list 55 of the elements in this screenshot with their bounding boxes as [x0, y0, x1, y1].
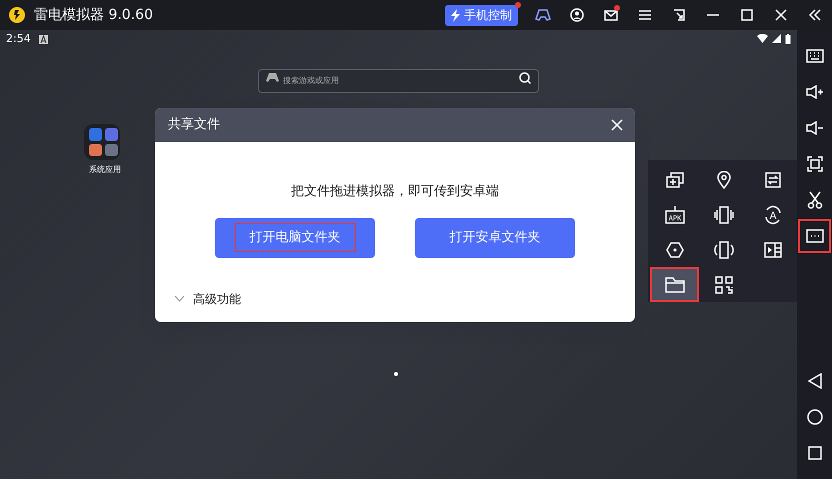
window-icon [673, 9, 685, 21]
add-window-icon [666, 172, 684, 188]
keyboard-icon [806, 49, 824, 63]
window-title: 雷电模拟器 9.0.60 [34, 6, 153, 24]
user-icon [570, 8, 584, 22]
volume-up-icon [806, 85, 824, 99]
page-indicator-dot [394, 372, 398, 376]
swap-icon [764, 172, 780, 188]
notification-dot [614, 5, 620, 11]
search-icon [519, 72, 531, 84]
phone-control-button[interactable]: 手机控制 [445, 4, 518, 26]
notification-dot [515, 2, 521, 8]
qr-code-icon [714, 276, 732, 294]
mail-icon [604, 10, 618, 20]
folder-icon [664, 276, 684, 292]
shake-icon [714, 206, 734, 224]
lightning-icon [451, 8, 460, 22]
dialog-message: 把文件拖进模拟器，即可传到安卓端 [291, 184, 499, 199]
close-icon [775, 9, 787, 21]
gamepad-icon [266, 73, 279, 82]
fullscreen-icon [806, 156, 822, 172]
advanced-toggle[interactable]: 高级功能 [174, 290, 241, 308]
back-triangle-icon [808, 373, 822, 389]
maximize-icon [741, 9, 753, 21]
close-icon [611, 119, 623, 131]
hexagon-icon [666, 242, 684, 258]
signal-icon [772, 34, 781, 43]
location-pin-icon [716, 170, 730, 188]
logo-icon [8, 6, 26, 24]
close-button[interactable] [611, 119, 623, 131]
rotate-screen-icon [714, 240, 734, 258]
wifi-icon [757, 34, 768, 43]
gamepad-icon [535, 9, 551, 21]
recents-square-icon [808, 446, 822, 460]
dialog-title: 共享文件 [168, 116, 220, 134]
chevron-icon [174, 295, 185, 302]
battery-icon [785, 34, 791, 44]
auto-rotate-tool[interactable]: A [748, 197, 797, 232]
app-label: 系统应用 [88, 164, 122, 176]
open-android-folder-button[interactable]: 打开安卓文件夹 [415, 218, 575, 258]
volume-down-icon [806, 121, 824, 135]
more-icon [806, 229, 824, 243]
scissors-icon [806, 191, 822, 209]
search-field[interactable]: 搜索游戏或应用 [258, 68, 539, 92]
folder-tool[interactable] [650, 267, 699, 302]
video-list-icon [764, 242, 782, 258]
home-circle-icon [806, 409, 822, 425]
app-folder-icon[interactable] [84, 124, 120, 160]
minimize-icon [707, 14, 719, 16]
double-chevron-icon [809, 9, 821, 21]
notification-icon [38, 34, 48, 44]
more-button[interactable] [797, 218, 832, 254]
status-time: 2:54 [6, 30, 31, 47]
open-pc-folder-button[interactable]: 打开电脑文件夹 [215, 218, 375, 258]
menu-icon [639, 10, 651, 20]
